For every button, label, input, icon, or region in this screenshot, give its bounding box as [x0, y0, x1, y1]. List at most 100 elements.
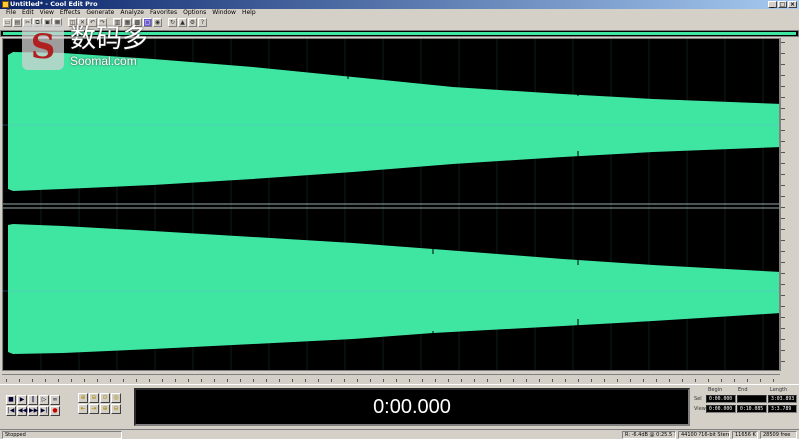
amplitude-tick — [781, 53, 785, 54]
time-tick — [487, 379, 488, 382]
time-tick — [500, 379, 501, 382]
time-tick — [110, 379, 111, 382]
amplitude-ruler — [780, 38, 797, 371]
time-tick — [474, 379, 475, 382]
amplitude-tick — [781, 141, 785, 142]
zoom-in-vertical-icon[interactable]: ⊕ — [100, 404, 110, 414]
menu-file[interactable]: File — [3, 9, 19, 17]
amplitude-tick — [781, 185, 785, 186]
menu-favorites[interactable]: Favorites — [147, 9, 180, 17]
amplitude-tick — [781, 75, 785, 76]
amplitude-tick — [781, 163, 785, 164]
zoom-right-icon[interactable]: ⇥ — [89, 404, 99, 414]
amplitude-tick — [781, 328, 785, 329]
time-ruler-end — [780, 374, 797, 382]
end-header: End — [738, 387, 748, 393]
go-start-icon[interactable]: |◀ — [6, 406, 16, 416]
time-tick — [136, 379, 137, 382]
time-tick — [682, 379, 683, 382]
rewind-icon[interactable]: ◀◀ — [17, 406, 27, 416]
menu-help[interactable]: Help — [239, 9, 259, 17]
time-tick — [71, 379, 72, 382]
save-icon[interactable]: ▤ — [13, 18, 22, 27]
time-tick — [760, 379, 761, 382]
status-format: 44100 ?16-bit Stereo — [678, 431, 730, 439]
menu-analyze[interactable]: Analyze — [117, 9, 147, 17]
time-tick — [84, 379, 85, 382]
time-tick — [513, 379, 514, 382]
title-bar: Untitled* - Cool Edit Pro _ □ × — [0, 0, 799, 9]
time-tick — [461, 379, 462, 382]
status-state: Stopped — [2, 431, 122, 439]
time-tick — [591, 379, 592, 382]
loop-play-icon[interactable]: ∞ — [50, 395, 60, 405]
help-icon[interactable]: ? — [198, 18, 207, 27]
time-tick — [279, 379, 280, 382]
time-tick — [721, 379, 722, 382]
amplitude-tick — [781, 97, 785, 98]
view-begin-field[interactable]: 0:00.000 — [706, 405, 736, 413]
time-tick — [240, 379, 241, 382]
play-to-end-icon[interactable]: ▷ — [39, 395, 49, 405]
menu-bar: File Edit View Effects Generate Analyze Favori… — [0, 9, 799, 17]
record-icon[interactable]: ● — [50, 406, 60, 416]
begin-header: Begin — [708, 387, 723, 393]
time-tick — [58, 379, 59, 382]
zoom-out-vertical-icon[interactable]: ⊖ — [111, 404, 121, 414]
sel-length-field[interactable]: 3:03.893 — [768, 395, 797, 403]
time-tick — [604, 379, 605, 382]
close-button[interactable]: × — [788, 1, 797, 8]
go-end-icon[interactable]: ▶| — [39, 406, 49, 416]
amplitude-tick — [781, 130, 785, 131]
amplitude-tick — [781, 317, 785, 318]
stop-icon[interactable]: ■ — [6, 395, 16, 405]
waveform-display[interactable] — [2, 38, 780, 371]
amplitude-tick — [781, 174, 785, 175]
marker-icon[interactable]: ▲ — [178, 18, 187, 27]
time-display: 0:00.000 — [134, 388, 690, 426]
minimize-button[interactable]: _ — [768, 1, 777, 8]
menu-options[interactable]: Options — [180, 9, 209, 17]
window-title: Untitled* - Cool Edit Pro — [10, 0, 98, 8]
time-tick — [97, 379, 98, 382]
fast-forward-icon[interactable]: ▶▶ — [28, 406, 38, 416]
open-icon[interactable]: ▭ — [3, 18, 12, 27]
menu-view[interactable]: View — [37, 9, 57, 17]
pause-icon[interactable]: ‖ — [28, 395, 38, 405]
selection-info: Begin End Length Sel 0:00.000 3:03.893 V… — [694, 387, 797, 427]
view-length-field[interactable]: 3:3.789 — [768, 405, 797, 413]
status-level: R: -6.4dB @ 0:25.5 ? — [622, 431, 676, 439]
menu-generate[interactable]: Generate — [83, 9, 117, 17]
watermark-logo: S — [22, 24, 64, 70]
status-free: 28509 free — [760, 431, 797, 439]
time-tick — [305, 379, 306, 382]
menu-effects[interactable]: Effects — [57, 9, 83, 17]
menu-window[interactable]: Window — [209, 9, 239, 17]
play-icon[interactable]: ▶ — [17, 395, 27, 405]
sel-end-field[interactable] — [737, 395, 767, 403]
amplitude-tick — [781, 262, 785, 263]
zoom-in-horizontal-icon[interactable]: ⊕ — [78, 393, 88, 403]
menu-edit[interactable]: Edit — [19, 9, 37, 17]
time-tick — [565, 379, 566, 382]
zoom-selection-icon[interactable]: ◎ — [111, 393, 121, 403]
right-channel-waveform — [8, 224, 779, 354]
time-tick — [214, 379, 215, 382]
zoom-out-horizontal-icon[interactable]: ⊖ — [89, 393, 99, 403]
time-tick — [526, 379, 527, 382]
sel-row-label: Sel — [694, 396, 702, 402]
zoom-full-icon[interactable]: ⊙ — [100, 393, 110, 403]
amplitude-tick — [781, 152, 785, 153]
sel-begin-field[interactable]: 0:00.000 — [706, 395, 736, 403]
maximize-button[interactable]: □ — [778, 1, 787, 8]
view-end-field[interactable]: 0:10.085 — [737, 405, 767, 413]
zoom-left-icon[interactable]: ⇤ — [78, 404, 88, 414]
time-tick — [539, 379, 540, 382]
time-tick — [370, 379, 371, 382]
time-tick — [357, 379, 358, 382]
amplitude-tick — [781, 306, 785, 307]
time-tick — [266, 379, 267, 382]
time-ruler — [2, 374, 780, 382]
amplitude-tick — [781, 218, 785, 219]
settings-icon[interactable]: ⚙ — [188, 18, 197, 27]
